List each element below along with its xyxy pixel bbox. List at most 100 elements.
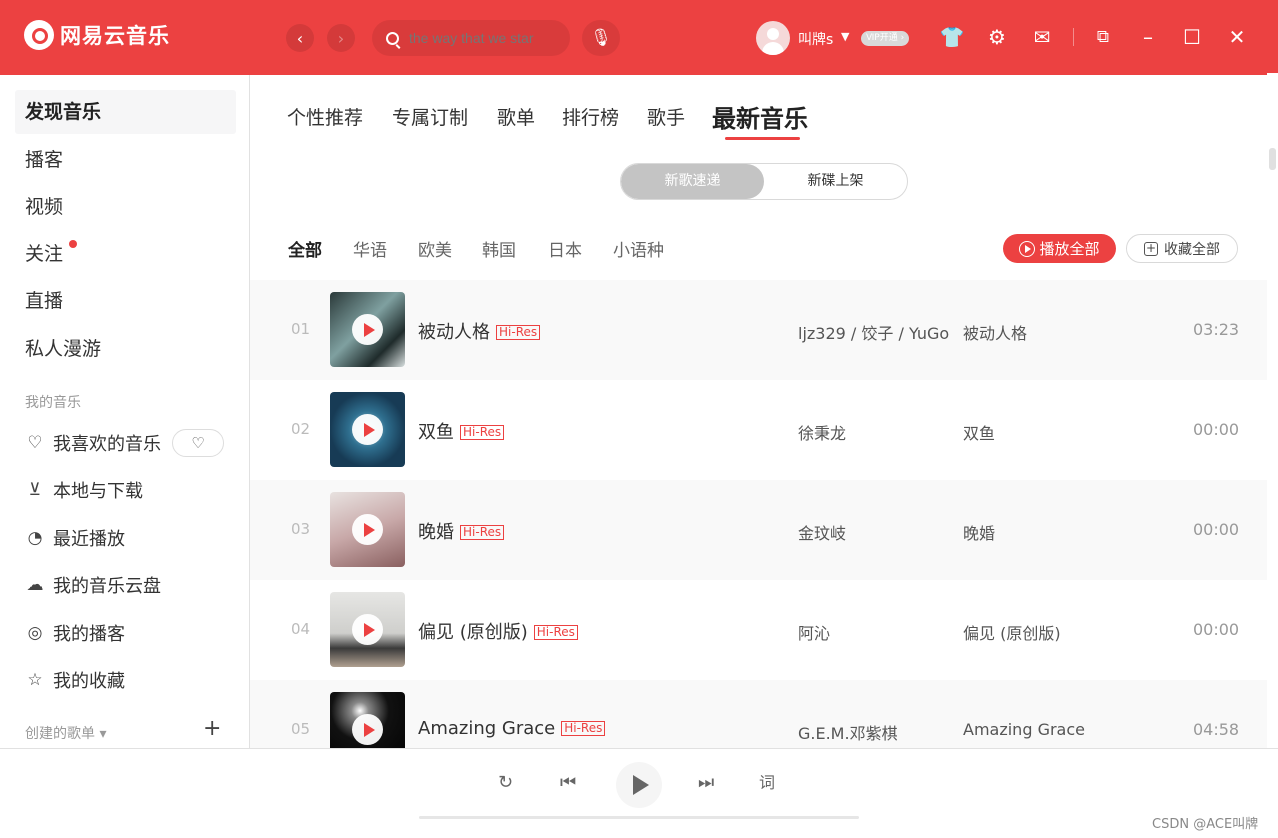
filter-all[interactable]: 全部 — [288, 236, 322, 261]
sidebar-item-video[interactable]: 视频 — [15, 185, 236, 229]
forward-button[interactable]: › — [327, 24, 355, 52]
voice-search-button[interactable]: 🎙 — [582, 20, 620, 56]
caret-down-icon[interactable]: ▼ — [841, 30, 849, 43]
avatar[interactable] — [756, 21, 790, 55]
username[interactable]: 叫牌s — [798, 29, 833, 49]
album-cover[interactable] — [330, 692, 405, 748]
segment-new-songs[interactable]: 新歌速递 — [621, 164, 764, 199]
tab-artists[interactable]: 歌手 — [647, 103, 685, 130]
scrollbar-thumb[interactable] — [1269, 148, 1276, 170]
filter-korean[interactable]: 韩国 — [482, 236, 516, 261]
play-icon[interactable] — [352, 514, 383, 545]
settings-gear-icon[interactable]: ⚙ — [984, 24, 1010, 50]
search-box[interactable] — [372, 20, 570, 56]
search-input[interactable] — [409, 30, 559, 46]
filter-japanese[interactable]: 日本 — [548, 236, 582, 261]
song-duration: 00:00 — [1193, 520, 1240, 539]
song-album[interactable]: Amazing Grace — [963, 720, 1085, 739]
sidebar-item-discover[interactable]: 发现音乐 — [15, 90, 236, 134]
sidebar-item-cloud[interactable]: ☁ 我的音乐云盘 — [25, 572, 162, 598]
sidebar: 发现音乐 播客 视频 关注 直播 私人漫游 我的音乐 ♡ 我喜欢的音乐 ♡ ⊻ 本地… — [0, 75, 250, 748]
skin-tshirt-icon[interactable]: 👕 — [939, 24, 965, 50]
notification-dot — [69, 240, 77, 248]
vip-badge[interactable]: ⅥP开通 › — [861, 31, 910, 46]
tab-playlists[interactable]: 歌单 — [497, 103, 535, 130]
play-icon[interactable] — [352, 714, 383, 745]
back-button[interactable]: ‹ — [286, 24, 314, 52]
album-cover[interactable] — [330, 292, 405, 367]
sidebar-item-collection[interactable]: ☆ 我的收藏 — [25, 667, 125, 693]
song-title[interactable]: 被动人格 Hi-Res — [418, 318, 541, 344]
maximize-icon[interactable]: ☐ — [1179, 24, 1205, 50]
play-icon[interactable] — [352, 414, 383, 445]
filter-western[interactable]: 欧美 — [418, 236, 452, 261]
heartbeat-mode-button[interactable]: ♡ — [172, 429, 224, 457]
scrollbar[interactable] — [1267, 73, 1278, 748]
play-all-button[interactable]: 播放全部 — [1003, 234, 1116, 263]
song-title[interactable]: Amazing Grace Hi-Res — [418, 718, 606, 739]
collect-all-label: 收藏全部 — [1164, 241, 1220, 258]
sidebar-item-follow[interactable]: 关注 — [15, 232, 236, 276]
album-cover[interactable] — [330, 592, 405, 667]
lyrics-button[interactable]: 词 — [759, 771, 775, 795]
sidebar-item-live[interactable]: 直播 — [15, 279, 236, 323]
previous-track-icon[interactable]: ⏮ — [560, 771, 576, 795]
song-artist[interactable]: 徐秉龙 — [798, 420, 846, 444]
sidebar-item-label: 关注 — [25, 243, 64, 265]
created-playlists-heading[interactable]: 创建的歌单 ▾ — [25, 723, 106, 743]
table-row[interactable]: 01 被动人格 Hi-Res ljz329 / 饺子 / YuGo 被动人格 03… — [250, 280, 1268, 380]
sidebar-item-label: 我的播客 — [53, 624, 125, 645]
track-number: 04 — [291, 620, 311, 638]
hires-badge: Hi-Res — [460, 425, 505, 440]
sidebar-item-label: 我的音乐云盘 — [53, 576, 161, 597]
sidebar-item-liked[interactable]: ♡ 我喜欢的音乐 — [25, 430, 161, 456]
progress-bar[interactable] — [419, 816, 859, 819]
loop-mode-icon[interactable]: ↻ — [498, 771, 513, 795]
filter-chinese[interactable]: 华语 — [353, 236, 387, 261]
tab-new-music[interactable]: 最新音乐 — [712, 99, 808, 134]
song-artist[interactable]: 阿沁 — [798, 620, 830, 644]
sidebar-item-label: 本地与下载 — [53, 481, 143, 502]
table-row[interactable]: 03 晚婚 Hi-Res 金玟岐 晚婚 00:00 — [250, 480, 1268, 580]
forward-arrow-icon: › — [337, 28, 345, 48]
sidebar-item-my-podcast[interactable]: ◎ 我的播客 — [25, 620, 125, 646]
table-row[interactable]: 02 双鱼 Hi-Res 徐秉龙 双鱼 00:00 — [250, 380, 1268, 480]
table-row[interactable]: 04 偏见 (原创版) Hi-Res 阿沁 偏见 (原创版) 00:00 — [250, 580, 1268, 680]
play-icon[interactable] — [352, 314, 383, 345]
mini-mode-icon[interactable]: ⧉ — [1090, 24, 1116, 50]
app-logo[interactable]: 网易云音乐 — [24, 20, 170, 50]
divider — [1073, 28, 1074, 46]
song-album[interactable]: 被动人格 — [963, 320, 1027, 344]
song-artist[interactable]: 金玟岐 — [798, 520, 846, 544]
song-title[interactable]: 晚婚 Hi-Res — [418, 518, 505, 544]
song-album[interactable]: 晚婚 — [963, 520, 995, 544]
play-icon[interactable] — [352, 614, 383, 645]
sidebar-item-podcast[interactable]: 播客 — [15, 138, 236, 182]
table-row[interactable]: 05 Amazing Grace Hi-Res G.E.M.邓紫棋 Amazing… — [250, 680, 1268, 748]
tab-custom[interactable]: 专属订制 — [392, 103, 468, 130]
song-album[interactable]: 双鱼 — [963, 420, 995, 444]
segment-new-albums[interactable]: 新碟上架 — [764, 164, 907, 199]
tab-recommend[interactable]: 个性推荐 — [287, 103, 363, 130]
song-album[interactable]: 偏见 (原创版) — [963, 620, 1061, 644]
album-cover[interactable] — [330, 392, 405, 467]
track-number: 03 — [291, 520, 311, 538]
play-button[interactable] — [616, 762, 662, 808]
add-playlist-button[interactable]: + — [203, 716, 221, 741]
song-artist[interactable]: G.E.M.邓紫棋 — [798, 720, 898, 744]
minimize-icon[interactable]: – — [1135, 24, 1161, 50]
song-title[interactable]: 双鱼 Hi-Res — [418, 418, 505, 444]
filter-minor-languages[interactable]: 小语种 — [613, 236, 664, 261]
sidebar-item-roam[interactable]: 私人漫游 — [15, 327, 236, 371]
album-cover[interactable] — [330, 492, 405, 567]
collect-all-button[interactable]: + 收藏全部 — [1126, 234, 1238, 263]
mail-icon[interactable]: ✉ — [1029, 24, 1055, 50]
song-title[interactable]: 偏见 (原创版) Hi-Res — [418, 618, 578, 644]
tab-charts[interactable]: 排行榜 — [562, 103, 619, 130]
next-track-icon[interactable]: ⏭ — [698, 771, 714, 795]
close-icon[interactable]: ✕ — [1224, 24, 1250, 50]
podcast-icon: ◎ — [27, 623, 43, 643]
sidebar-item-local[interactable]: ⊻ 本地与下载 — [25, 477, 143, 503]
sidebar-item-recent[interactable]: ◔ 最近播放 — [25, 525, 125, 551]
song-artist[interactable]: ljz329 / 饺子 / YuGo — [798, 320, 949, 344]
